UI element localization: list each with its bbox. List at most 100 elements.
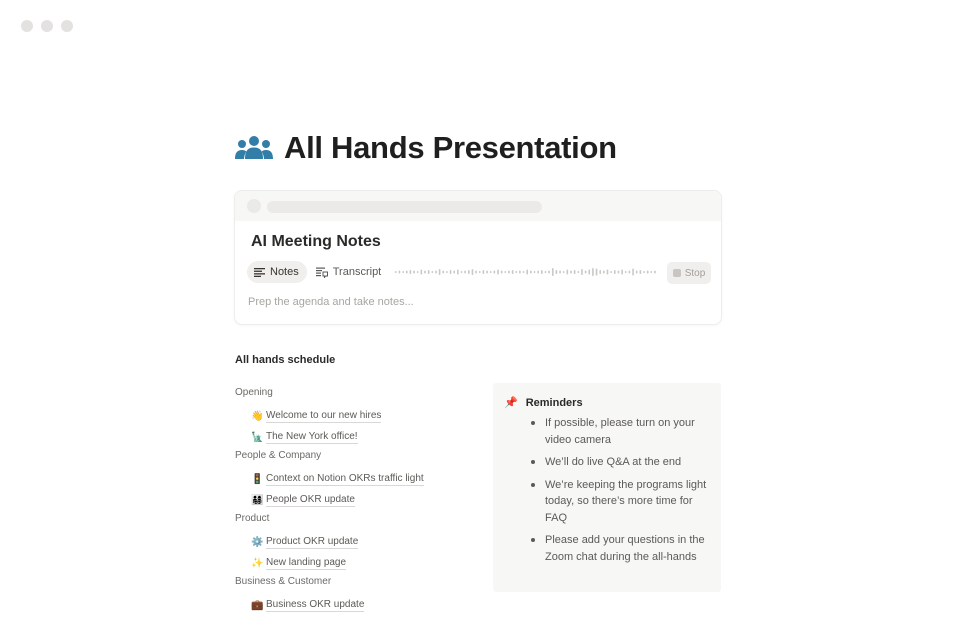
schedule-page-link[interactable]: 🗽 The New York office! (251, 427, 485, 448)
reminders-callout[interactable]: 📌 Reminders If possible, please turn on … (493, 383, 721, 592)
waveform-bar (603, 270, 605, 274)
tab-notes[interactable]: Notes (247, 261, 307, 283)
waveform-bar (435, 270, 437, 274)
schedule-page-link[interactable]: 👋 Welcome to our new hires (251, 406, 485, 427)
ai-card-header-placeholder (235, 191, 721, 221)
waveform-bar (559, 270, 561, 274)
ai-notes-title[interactable]: AI Meeting Notes (251, 233, 381, 251)
waveform-bar (519, 270, 521, 274)
waveform-bar (533, 271, 536, 273)
waveform-bar (562, 271, 565, 273)
ai-card-avatar-placeholder (247, 199, 261, 213)
stop-recording-button[interactable]: Stop (667, 262, 711, 284)
waveform-bar (537, 270, 539, 274)
waveform-bar (584, 270, 587, 274)
waveform-bar (632, 268, 634, 276)
people-group-icon[interactable] (234, 134, 274, 162)
schedule-page-link[interactable]: 👨‍👩‍👧‍👦 People OKR update (251, 490, 485, 511)
waveform-bar (475, 270, 477, 274)
waveform-bar (639, 270, 642, 274)
waveform-bar (570, 270, 572, 274)
schedule-link-label: Welcome to our new hires (266, 410, 382, 423)
waveform-bar (515, 271, 518, 273)
reminders-title: Reminders (525, 396, 583, 409)
waveform-bar (577, 271, 580, 273)
waveform-bar (650, 271, 653, 273)
waveform-bar (497, 269, 499, 275)
audio-waveform (395, 268, 656, 276)
waveform-bar (464, 270, 466, 274)
page-emoji-icon: 🚦 (251, 473, 264, 485)
schedule-page-link[interactable]: 🚦 Context on Notion OKRs traffic light (251, 469, 485, 490)
waveform-bar (420, 269, 423, 275)
reminder-item: If possible, please turn on your video c… (529, 415, 709, 448)
notes-lines-icon (254, 267, 265, 277)
page-title[interactable]: All Hands Presentation (284, 130, 617, 166)
schedule-page-link[interactable]: 💼 Business OKR update (251, 595, 485, 616)
page-emoji-icon: 🗽 (251, 431, 264, 443)
schedule-link-label: The New York office! (266, 431, 358, 444)
waveform-bar (548, 270, 550, 274)
waveform-bar (405, 270, 408, 274)
waveform-bar (504, 271, 507, 273)
waveform-bar (457, 269, 459, 275)
window-close-dot[interactable] (21, 20, 33, 32)
waveform-bar (614, 270, 616, 274)
transcript-icon (315, 267, 328, 278)
waveform-bar (508, 270, 510, 274)
waveform-bar (595, 268, 598, 276)
reminders-list: If possible, please turn on your video c… (529, 415, 709, 571)
waveform-bar (654, 270, 656, 274)
tab-notes-label: Notes (270, 266, 299, 278)
page-header: All Hands Presentation (234, 128, 722, 168)
page-emoji-icon: ✨ (251, 557, 264, 569)
waveform-bar (555, 270, 558, 274)
waveform-bar (522, 271, 525, 273)
waveform-bar (551, 268, 554, 276)
waveform-bar (617, 270, 620, 274)
waveform-bar (592, 268, 594, 276)
waveform-bar (646, 270, 649, 274)
waveform-bar (460, 271, 463, 273)
waveform-bar (489, 271, 492, 273)
ai-notes-input[interactable]: Prep the agenda and take notes... (248, 296, 414, 308)
pushpin-icon: 📌 (504, 397, 518, 409)
waveform-bar (446, 271, 448, 273)
schedule-section-label: Product (235, 513, 270, 524)
waveform-bar (628, 270, 631, 274)
waveform-bar (427, 270, 430, 274)
waveform-bar (530, 270, 532, 274)
stop-button-label: Stop (684, 267, 706, 279)
waveform-bar (573, 270, 576, 274)
waveform-bar (526, 269, 528, 275)
waveform-bar (581, 269, 583, 275)
schedule-link-label: New landing page (266, 557, 347, 570)
schedule-link-label: Context on Notion OKRs traffic light (266, 473, 424, 486)
waveform-bar (599, 270, 601, 274)
waveform-bar (468, 270, 470, 274)
schedule-section-label: People & Company (235, 450, 322, 461)
tab-transcript[interactable]: Transcript (309, 261, 390, 283)
schedule-section-label: Business & Customer (235, 576, 332, 587)
page-emoji-icon: 👋 (251, 410, 264, 422)
waveform-bar (635, 270, 638, 274)
schedule-page-link[interactable]: ✨ New landing page (251, 553, 485, 574)
stop-square-icon (672, 269, 681, 277)
waveform-bar (643, 271, 645, 273)
reminder-item: We’ll do live Q&A at the end (529, 454, 709, 471)
waveform-bar (511, 270, 514, 274)
window-zoom-dot[interactable] (61, 20, 73, 32)
waveform-bar (424, 270, 426, 274)
ai-notes-tabs: Notes Transcript (247, 261, 391, 283)
waveform-bar (482, 270, 485, 274)
waveform-bar (442, 270, 445, 274)
waveform-bar (624, 271, 627, 273)
waveform-bar (413, 270, 415, 274)
schedule-link-label: Product OKR update (266, 536, 359, 549)
waveform-bar (606, 269, 609, 275)
schedule-page-link[interactable]: ⚙️ Product OKR update (251, 532, 485, 553)
page-emoji-icon: 💼 (251, 599, 264, 611)
ai-meeting-notes-block[interactable]: AI Meeting Notes Notes Transcript Stop P… (234, 190, 722, 325)
waveform-bar (449, 270, 452, 274)
window-minimize-dot[interactable] (41, 20, 53, 32)
